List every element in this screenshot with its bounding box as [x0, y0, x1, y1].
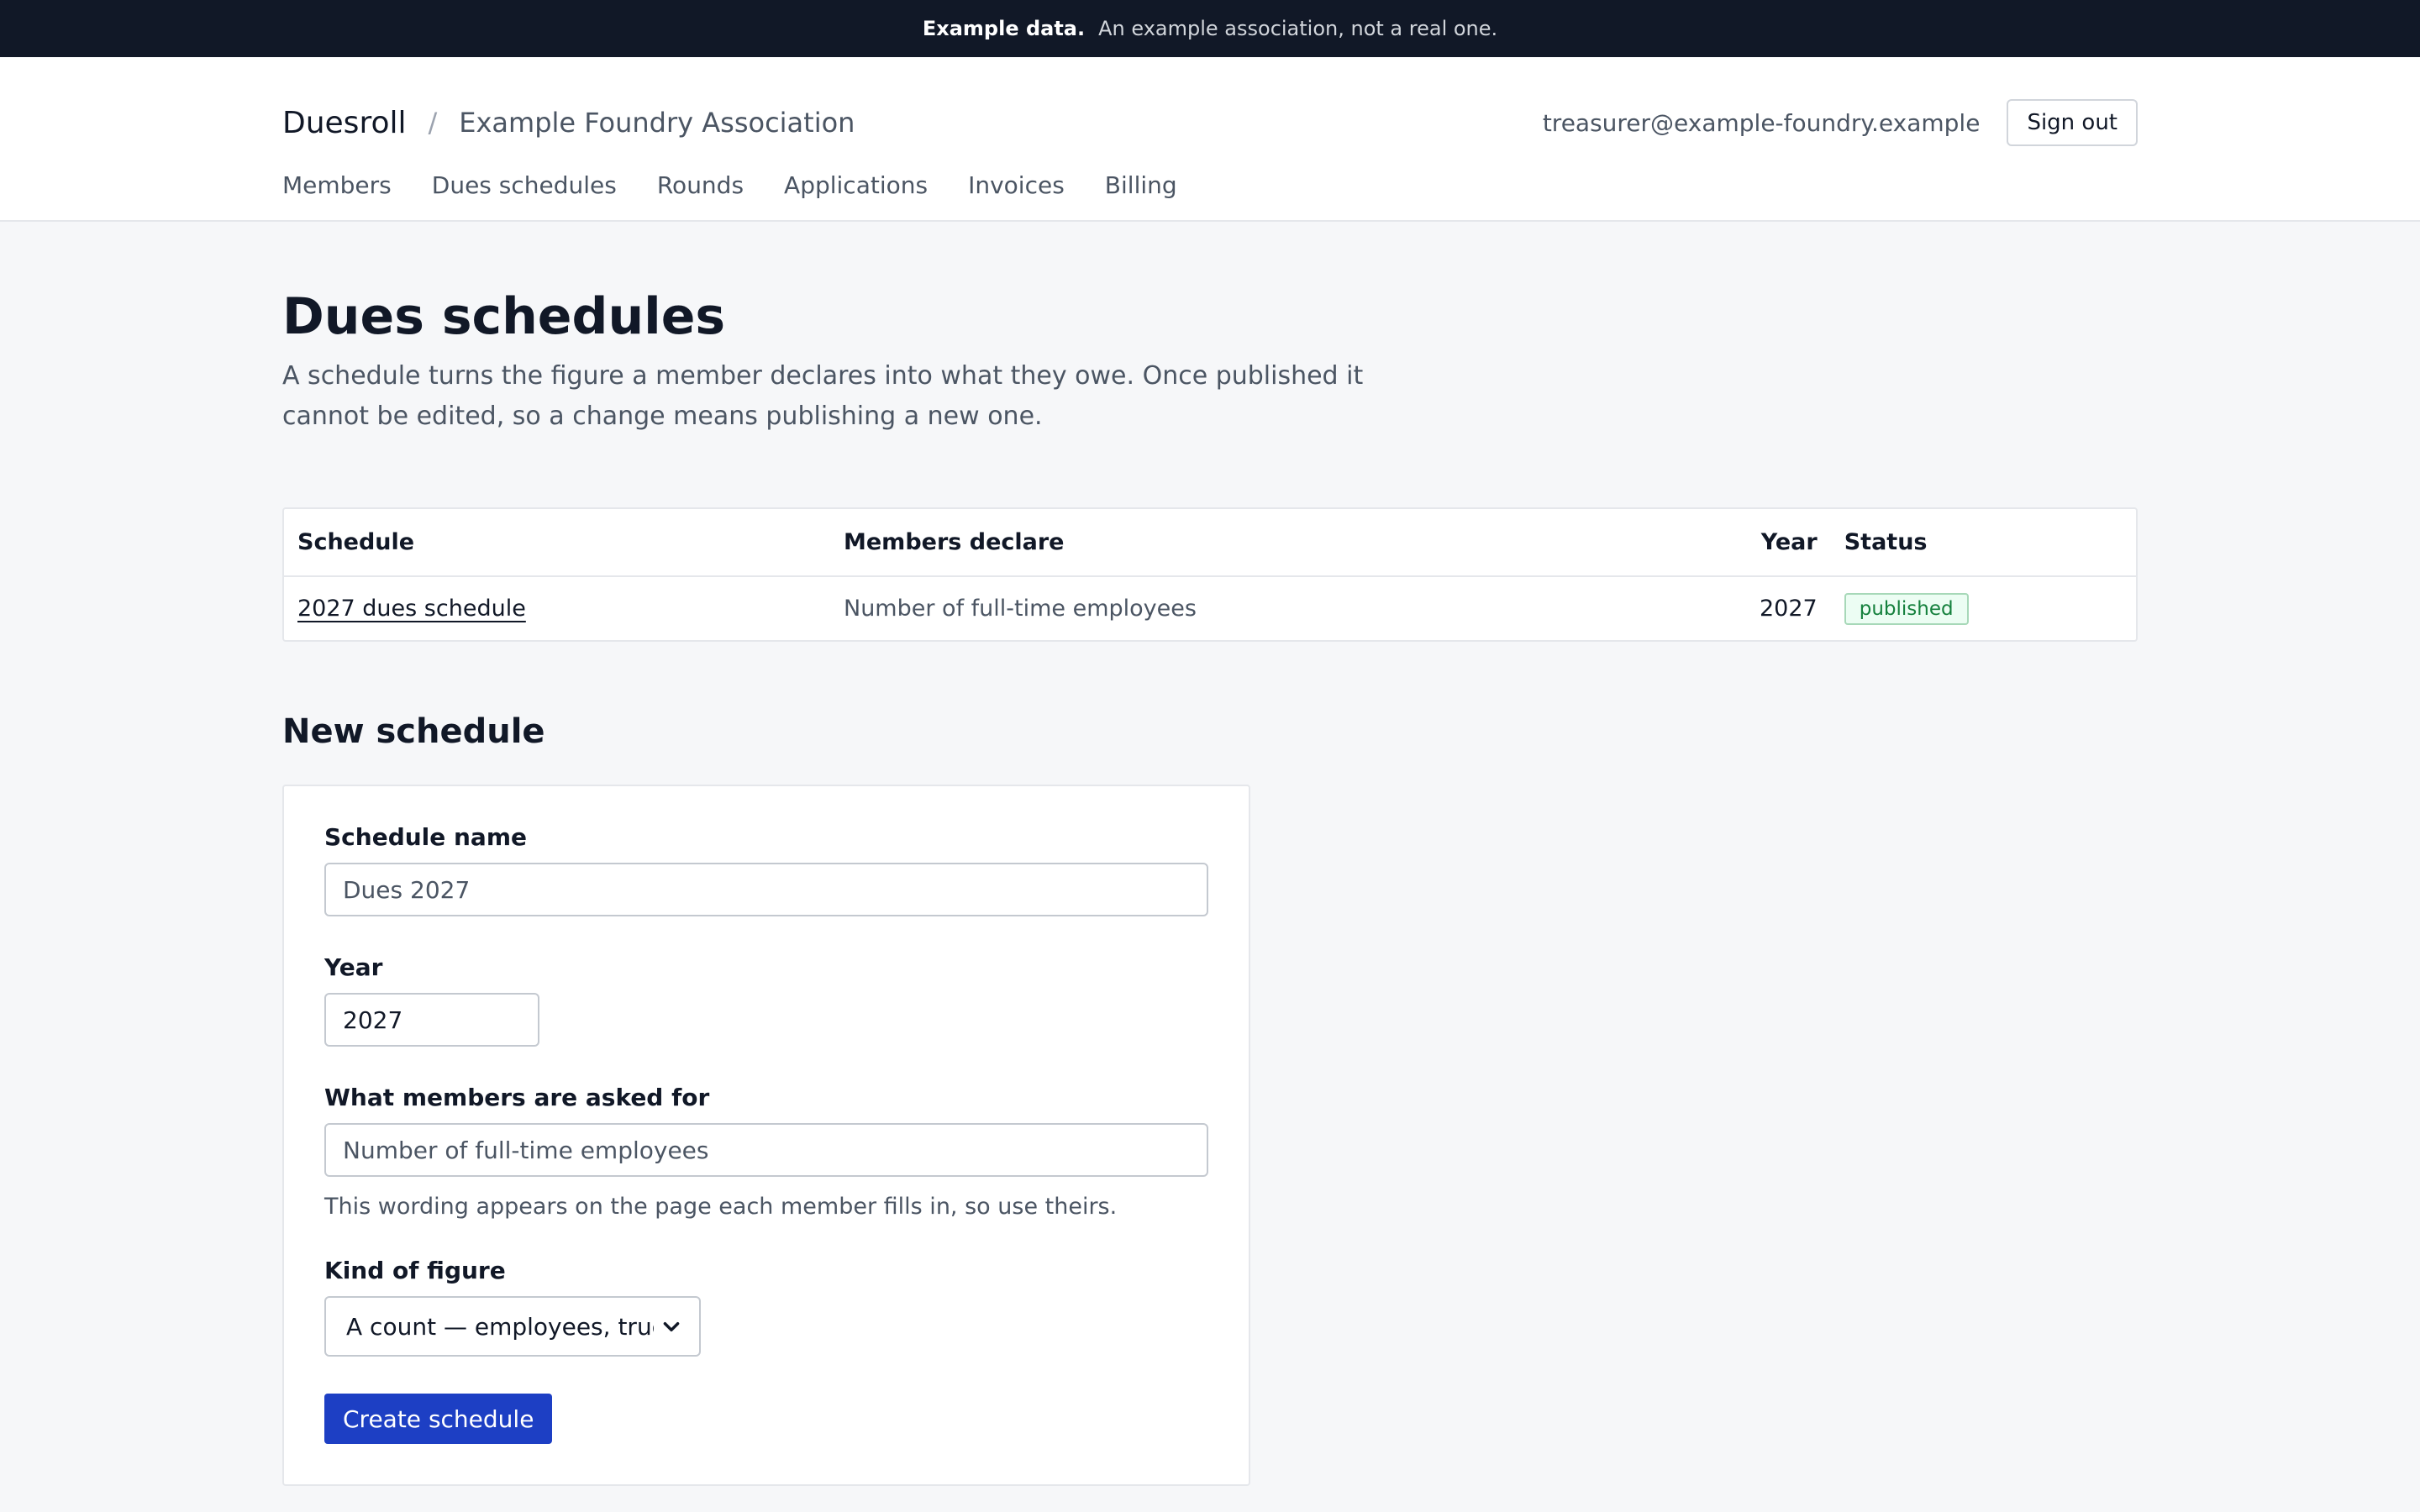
- kind-of-figure-value: A count — employees, trucks,: [346, 1312, 654, 1341]
- app-header: Duesroll / Example Foundry Association t…: [0, 57, 2420, 222]
- example-data-banner: Example data. An example association, no…: [0, 0, 2420, 57]
- nav-rounds[interactable]: Rounds: [657, 171, 744, 199]
- banner-text: An example association, not a real one.: [1098, 17, 1498, 40]
- schedule-link[interactable]: 2027 dues schedule: [297, 596, 526, 622]
- sign-out-button[interactable]: Sign out: [2007, 99, 2138, 146]
- asked-for-input[interactable]: [324, 1123, 1208, 1177]
- user-email: treasurer@example-foundry.example: [1542, 108, 1981, 137]
- nav-dues-schedules[interactable]: Dues schedules: [432, 171, 617, 199]
- table-row: 2027 dues schedule Number of full-time e…: [284, 576, 2136, 640]
- chevron-down-icon: [663, 1322, 680, 1332]
- nav-applications[interactable]: Applications: [784, 171, 928, 199]
- year-label: Year: [324, 953, 383, 981]
- asked-for-help: This wording appears on the page each me…: [324, 1194, 1118, 1220]
- asked-for-label: What members are asked for: [324, 1084, 710, 1111]
- page-title: Dues schedules: [282, 287, 726, 346]
- nav-members[interactable]: Members: [282, 171, 392, 199]
- new-schedule-title: New schedule: [282, 712, 545, 751]
- field-year: Year: [324, 953, 1208, 1047]
- header-members-declare: Members declare: [830, 509, 1746, 577]
- org-name: Example Foundry Association: [459, 107, 855, 139]
- schedules-table: Schedule Members declare Year Status 202…: [282, 507, 2138, 642]
- field-kind-of-figure: Kind of figure A count — employees, truc…: [324, 1257, 1208, 1357]
- cell-schedule: 2027 dues schedule: [284, 576, 830, 640]
- header-schedule: Schedule: [284, 509, 830, 577]
- banner-strong: Example data.: [922, 17, 1086, 40]
- cell-year: 2027: [1760, 596, 1818, 622]
- nav-billing[interactable]: Billing: [1105, 171, 1177, 199]
- cell-status: published: [1831, 576, 2136, 640]
- cell-members-declare: Number of full-time employees: [844, 596, 1197, 622]
- status-badge: published: [1844, 592, 1969, 625]
- main-nav: Members Dues schedules Rounds Applicatio…: [282, 161, 1177, 208]
- table-header-row: Schedule Members declare Year Status: [284, 509, 2136, 577]
- field-asked-for: What members are asked for This wording …: [324, 1084, 1208, 1220]
- header-status: Status: [1830, 509, 2136, 577]
- kind-of-figure-select[interactable]: A count — employees, trucks,: [324, 1296, 701, 1357]
- nav-invoices[interactable]: Invoices: [968, 171, 1065, 199]
- schedule-name-label: Schedule name: [324, 823, 527, 851]
- new-schedule-form: Schedule name Year What members are aske…: [282, 785, 1250, 1486]
- brand-row: Duesroll / Example Foundry Association t…: [282, 87, 2138, 158]
- main-content: Dues schedules A schedule turns the figu…: [282, 222, 2138, 1486]
- page-description: A schedule turns the figure a member dec…: [282, 361, 1364, 431]
- brand-name[interactable]: Duesroll: [282, 106, 406, 140]
- breadcrumb-separator: /: [428, 107, 438, 139]
- create-schedule-button[interactable]: Create schedule: [324, 1394, 553, 1444]
- header-year: Year: [1746, 509, 1831, 577]
- kind-of-figure-label: Kind of figure: [324, 1257, 506, 1284]
- schedule-name-input[interactable]: [324, 863, 1208, 916]
- year-input[interactable]: [324, 993, 539, 1047]
- field-schedule-name: Schedule name: [324, 823, 1208, 916]
